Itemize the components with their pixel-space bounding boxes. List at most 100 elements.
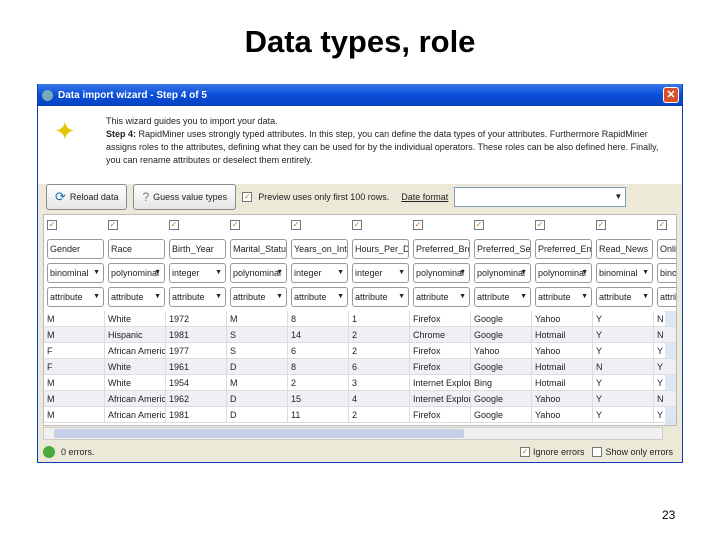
value-type-select[interactable]: polynominal ▼ [535, 263, 592, 283]
column-name-input[interactable]: Preferred_Search_Engine [474, 239, 531, 259]
role-select[interactable]: attribute▼ [169, 287, 226, 307]
include-checkbox[interactable]: ✓ [169, 220, 179, 230]
column-name-cell: Birth_Year [166, 239, 227, 259]
include-checkbox[interactable]: ✓ [291, 220, 301, 230]
value-type-select[interactable]: binominal▼ [47, 263, 104, 283]
window-title: Data import wizard - Step 4 of 5 [58, 89, 207, 101]
include-checkbox[interactable]: ✓ [352, 220, 362, 230]
column-name-input[interactable]: Preferred_Browser [413, 239, 470, 259]
role-select[interactable]: attribute▼ [657, 287, 676, 307]
column-name-input[interactable]: Gender [47, 239, 104, 259]
value-type-select[interactable]: integer ▼ [169, 263, 226, 283]
table-row: M Hispanic 1981 S 14 2 Chrome Google Hotmail Y N [44, 327, 676, 343]
column-name-input[interactable]: Birth_Year [169, 239, 226, 259]
include-checkbox[interactable]: ✓ [596, 220, 606, 230]
table-cell: N [593, 359, 654, 375]
include-checkbox[interactable]: ✓ [413, 220, 423, 230]
table-cell: 2 [349, 327, 410, 343]
role-select-cell: attribute ▼ [349, 287, 410, 307]
table-cell: D [227, 391, 288, 407]
table-cell: 1977 [166, 343, 227, 359]
table-cell: Y [654, 407, 676, 423]
include-checkbox[interactable]: ✓ [47, 220, 57, 230]
column-name-cell: Gender [44, 239, 105, 259]
include-cell: ✓ [532, 219, 593, 230]
guess-value-types-button[interactable]: ? Guess value types [133, 184, 237, 210]
column-name-cell: Hours_Per_Day [349, 239, 410, 259]
scroll-thumb[interactable] [54, 429, 464, 438]
column-name-input[interactable]: Race [108, 239, 165, 259]
include-checkbox[interactable]: ✓ [474, 220, 484, 230]
value-type-select-cell: integer ▼ [349, 263, 410, 283]
table-row: FAfrican American1977S62FirefoxYahooYaho… [44, 343, 676, 359]
role-select[interactable]: attribute▼ [47, 287, 104, 307]
column-name-input[interactable]: Marital_Status [230, 239, 287, 259]
magic-wand-icon: ✦ [54, 116, 76, 146]
table-cell: 8 [288, 359, 349, 375]
ignore-errors-checkbox[interactable]: ✓ [519, 447, 530, 457]
include-checkbox[interactable]: ✓ [657, 220, 667, 230]
role-select[interactable]: attribute▼ [291, 287, 348, 307]
role-select-cell: attribute ▼ [410, 287, 471, 307]
chevron-down-icon: ▼ [459, 269, 466, 276]
preview-checkbox[interactable]: ✓ [242, 192, 253, 202]
column-name-cell: Race [105, 239, 166, 259]
column-name-input[interactable]: Preferred_Email [535, 239, 592, 259]
value-type-select[interactable]: polynominal ▼ [230, 263, 287, 283]
value-type-select[interactable]: integer ▼ [291, 263, 348, 283]
show-only-errors-checkbox[interactable] [592, 447, 603, 457]
include-cell: ✓ [227, 219, 288, 230]
value-type-select[interactable]: binominal▼ [657, 263, 676, 283]
close-button[interactable]: ✕ [663, 87, 679, 103]
table-cell: Google [471, 327, 532, 343]
column-name-input[interactable]: Hours_Per_Day [352, 239, 409, 259]
value-type-select[interactable]: polynominal ▼ [474, 263, 531, 283]
table-cell: Hotmail [532, 359, 593, 375]
reload-data-button[interactable]: ⟳ Reload data [46, 184, 128, 210]
role-select-cell: attribute ▼ [288, 287, 349, 307]
include-checkbox[interactable]: ✓ [230, 220, 240, 230]
date-format-combo[interactable]: ▼ [454, 187, 627, 207]
role-select[interactable]: attribute▼ [413, 287, 470, 307]
role-select[interactable]: attribute▼ [535, 287, 592, 307]
value-type-select[interactable]: polynominal ▼ [413, 263, 470, 283]
role-select-value: attribute [294, 292, 327, 302]
value-type-select[interactable]: integer ▼ [352, 263, 409, 283]
table-cell: 11 [288, 407, 349, 423]
value-type-select-value: binominal [50, 268, 89, 278]
value-type-select-cell: integer ▼ [166, 263, 227, 283]
role-select[interactable]: attribute▼ [596, 287, 653, 307]
table-cell: White [105, 311, 166, 327]
preview-label: Preview uses only first 100 rows. [258, 192, 390, 202]
role-select-cell: attribute ▼ [44, 287, 105, 307]
table-cell: M [44, 327, 105, 343]
value-type-select[interactable]: polynominal ▼ [108, 263, 165, 283]
role-select[interactable]: attribute▼ [352, 287, 409, 307]
value-type-select-value: polynominal [111, 268, 160, 278]
include-checkbox[interactable]: ✓ [535, 220, 545, 230]
reload-icon: ⟳ [55, 189, 66, 204]
column-name-input[interactable]: Online_Shopping [657, 239, 676, 259]
table-cell: 1981 [166, 327, 227, 343]
include-checkbox[interactable]: ✓ [108, 220, 118, 230]
value-type-select-value: integer [355, 268, 383, 278]
chevron-down-icon: ▼ [276, 269, 283, 276]
role-select-cell: attribute ▼ [166, 287, 227, 307]
role-select[interactable]: attribute▼ [230, 287, 287, 307]
role-select-cell: attribute ▼ [105, 287, 166, 307]
horizontal-scrollbar[interactable] [43, 427, 663, 440]
include-cell: ✓ [410, 219, 471, 230]
table-cell: 2 [349, 343, 410, 359]
table-cell: Google [471, 359, 532, 375]
role-select[interactable]: attribute▼ [474, 287, 531, 307]
chevron-down-icon: ▼ [642, 269, 649, 276]
table-row: MWhite1954M23Internet ExplorerBingHotmai… [44, 375, 676, 391]
column-name-input[interactable]: Years_on_Internet [291, 239, 348, 259]
role-select[interactable]: attribute▼ [108, 287, 165, 307]
value-type-select[interactable]: binominal▼ [596, 263, 653, 283]
column-name-input[interactable]: Read_News [596, 239, 653, 259]
table-cell: D [227, 407, 288, 423]
table-cell: N [654, 311, 676, 327]
table-cell: Yahoo [532, 391, 593, 407]
table-cell: M [44, 391, 105, 407]
